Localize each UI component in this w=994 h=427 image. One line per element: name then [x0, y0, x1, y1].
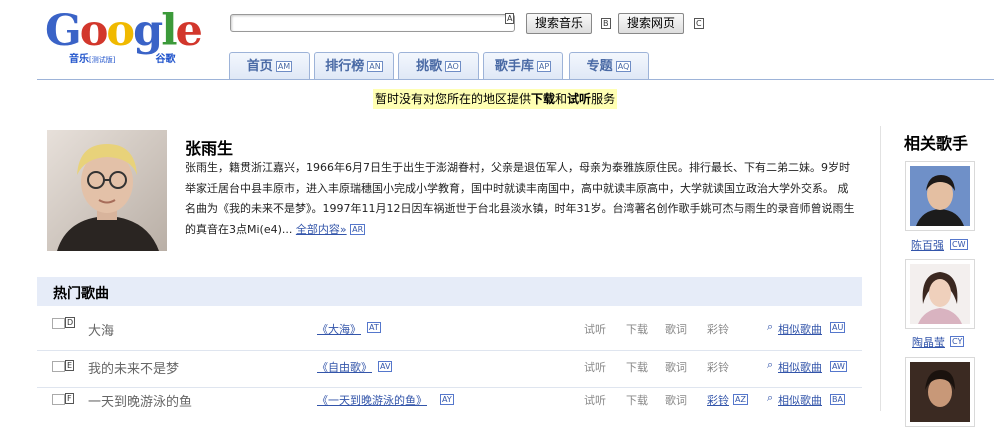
- artist-photo: [47, 130, 167, 251]
- song-checkbox[interactable]: [52, 361, 65, 372]
- bio-more-link[interactable]: 全部内容»: [296, 223, 347, 236]
- listen-action: 试听: [584, 361, 606, 374]
- search-input[interactable]: [230, 14, 515, 32]
- tab-topics[interactable]: 专题 AQ: [569, 52, 649, 79]
- related-artists-title: 相关歌手: [904, 134, 969, 153]
- album-link[interactable]: 《大海》: [317, 321, 361, 337]
- tab-charts[interactable]: 排行榜 AN: [314, 52, 394, 79]
- tab-key-badge: AP: [536, 61, 552, 72]
- search-music-key-badge: B: [601, 18, 611, 29]
- tab-key-badge: AQ: [615, 61, 632, 72]
- tab-pick-songs[interactable]: 挑歌 AO: [398, 52, 479, 79]
- ringtone-action: 彩铃: [707, 323, 729, 336]
- album-link[interactable]: 《一天到晚游泳的鱼》: [317, 392, 427, 408]
- tab-label: 专题: [586, 59, 613, 74]
- download-action: 下载: [626, 394, 648, 407]
- tab-home[interactable]: 首页 AM: [229, 52, 310, 79]
- search-web-button[interactable]: 搜索网页: [618, 13, 685, 34]
- lyrics-action: 歌词: [665, 323, 687, 336]
- hot-songs-title: 热门歌曲: [53, 286, 109, 302]
- search-icon: ⌕: [767, 320, 774, 333]
- bio-more-key-badge: AR: [350, 224, 366, 235]
- download-action: 下载: [626, 361, 648, 374]
- artist-bio: 张雨生，籍贯浙江嘉兴，1966年6月7日生于出生于澎湖眷村，父亲是退伍军人，母亲…: [185, 158, 855, 240]
- related-artist-key-badge: CW: [950, 239, 968, 250]
- related-artist-name[interactable]: 陶晶莹: [912, 334, 945, 350]
- album-link[interactable]: 《自由歌》: [317, 359, 372, 375]
- listen-action: 试听: [584, 394, 606, 407]
- logo-wordmark: Google: [45, 6, 203, 56]
- tab-key-badge: AO: [445, 61, 461, 72]
- search-icon: ⌕: [767, 358, 774, 371]
- song-title: 我的未来不是梦: [88, 362, 180, 377]
- album-key-badge: AT: [367, 322, 381, 333]
- tab-key-badge: AN: [367, 61, 383, 72]
- song-checkbox[interactable]: [52, 318, 65, 329]
- ringtone-link[interactable]: 彩铃: [707, 392, 729, 408]
- ringtone-action: 彩铃: [707, 361, 729, 374]
- song-key-badge: F: [65, 393, 74, 404]
- similar-songs-link[interactable]: 相似歌曲: [778, 392, 822, 408]
- related-artist-photo[interactable]: [905, 357, 975, 427]
- related-artist-key-badge: CY: [950, 336, 965, 347]
- tab-label: 挑歌: [416, 59, 443, 74]
- region-notice: 暂时没有对您所在的地区提供下载和试听服务: [373, 89, 618, 109]
- tab-label: 歌手库: [494, 59, 534, 74]
- song-key-badge: D: [65, 317, 76, 328]
- tab-label: 首页: [246, 59, 273, 74]
- similar-key-badge: AW: [830, 361, 847, 372]
- similar-key-badge: AU: [830, 322, 846, 333]
- related-divider: [880, 126, 881, 411]
- song-title: 大海: [88, 324, 115, 339]
- similar-songs-link[interactable]: 相似歌曲: [778, 359, 822, 375]
- song-row: D 大海 《大海》 AT 试听 下载 歌词 彩铃 ⌕ 相似歌曲 AU: [37, 314, 862, 351]
- artist-name: 张雨生: [185, 139, 234, 158]
- related-artist-photo[interactable]: [905, 161, 975, 231]
- related-artist-photo[interactable]: [905, 259, 975, 329]
- tab-artists[interactable]: 歌手库 AP: [483, 52, 563, 79]
- listen-action: 试听: [584, 323, 606, 336]
- similar-songs-link[interactable]: 相似歌曲: [778, 321, 822, 337]
- search-input-key-badge: A: [505, 13, 515, 24]
- related-artist-name[interactable]: 陈百强: [911, 237, 944, 253]
- ringtone-key-badge: AZ: [733, 394, 748, 405]
- hot-songs-header: [37, 277, 862, 306]
- tab-label: 排行榜: [325, 59, 365, 74]
- song-checkbox[interactable]: [52, 394, 65, 405]
- album-key-badge: AY: [440, 394, 454, 405]
- search-web-key-badge: C: [694, 18, 704, 29]
- search-icon: ⌕: [767, 391, 774, 404]
- song-row: E 我的未来不是梦 《自由歌》 AV 试听 下载 歌词 彩铃 ⌕ 相似歌曲 AW: [37, 351, 862, 388]
- download-action: 下载: [626, 323, 648, 336]
- tab-key-badge: AM: [275, 61, 293, 72]
- lyrics-action: 歌词: [665, 394, 687, 407]
- song-key-badge: E: [65, 360, 75, 371]
- similar-key-badge: BA: [830, 394, 845, 405]
- tab-bar-divider: [37, 79, 994, 80]
- artist-bio-text: 张雨生，籍贯浙江嘉兴，1966年6月7日生于出生于澎湖眷村，父亲是退伍军人，母亲…: [185, 161, 855, 236]
- lyrics-action: 歌词: [665, 361, 687, 374]
- google-music-logo[interactable]: Google 音乐[测试版] 谷歌: [45, 6, 203, 66]
- album-key-badge: AV: [378, 361, 393, 372]
- logo-subtitle: 音乐[测试版] 谷歌: [69, 54, 176, 65]
- search-music-button[interactable]: 搜索音乐: [526, 13, 593, 34]
- song-row: F 一天到晚游泳的鱼 《一天到晚游泳的鱼》 AY 试听 下载 歌词 彩铃 AZ …: [37, 388, 862, 424]
- song-title: 一天到晚游泳的鱼: [88, 395, 193, 410]
